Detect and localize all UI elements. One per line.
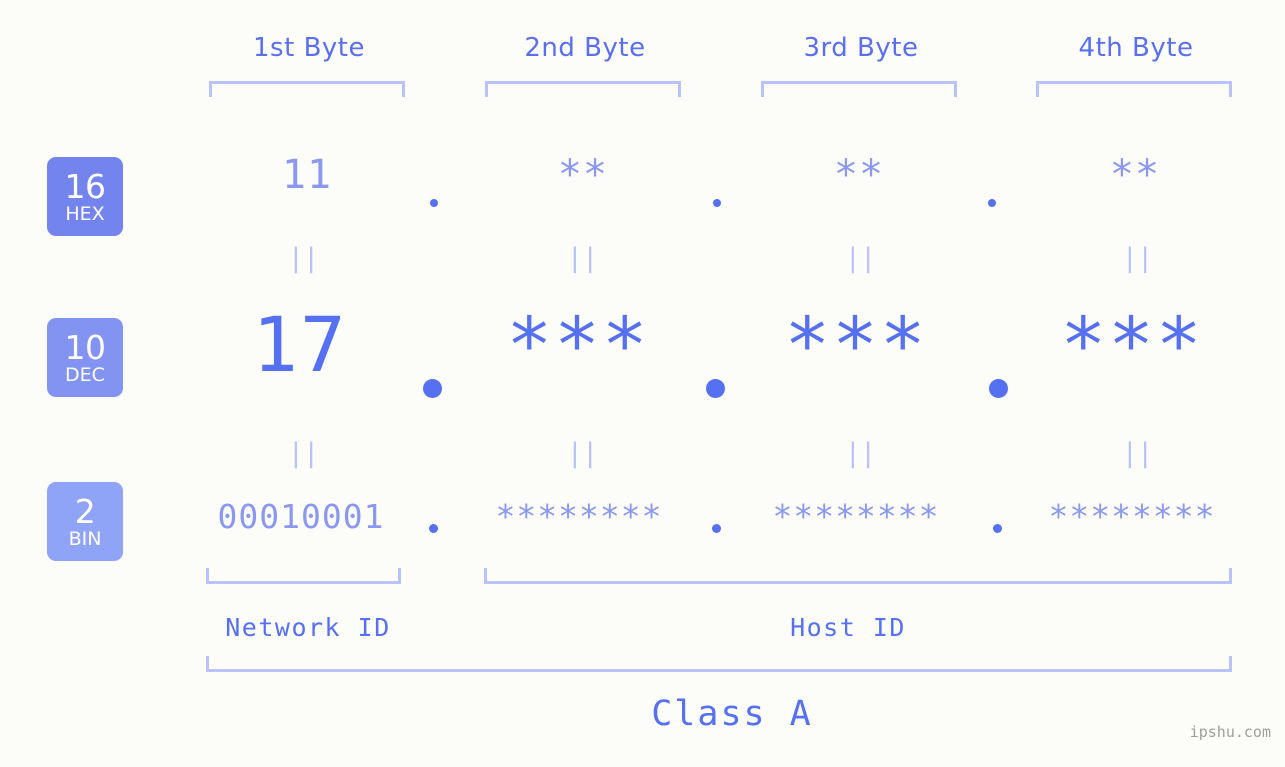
- byte-bracket-top-1: [209, 81, 405, 97]
- dec-dot-separator-1: [423, 379, 442, 398]
- hex-value-byte-2: **: [557, 152, 609, 198]
- byte-header-1: 1st Byte: [253, 33, 365, 63]
- host-id-bracket: [484, 568, 1232, 584]
- equals-mark-hexdec-3: ||: [844, 243, 877, 274]
- dec-value-byte-3: ***: [784, 300, 928, 389]
- base-badge-bin[interactable]: 2 BIN: [47, 482, 123, 561]
- byte-bracket-top-4: [1036, 81, 1232, 97]
- equals-mark-hexdec-2: ||: [566, 243, 599, 274]
- dec-value-byte-2: ***: [506, 300, 650, 389]
- equals-mark-decbin-3: ||: [844, 438, 877, 469]
- site-watermark: ipshu.com: [1189, 723, 1271, 741]
- byte-bracket-top-3: [761, 81, 957, 97]
- dec-dot-separator-2: [706, 379, 725, 398]
- hex-dot-separator-1: [430, 199, 438, 207]
- bin-value-byte-1: 00010001: [217, 497, 385, 536]
- ip-address-breakdown-diagram: 1st Byte 2nd Byte 3rd Byte 4th Byte 16 H…: [0, 0, 1285, 767]
- base-badge-bin-name: BIN: [68, 527, 102, 550]
- hex-dot-separator-2: [713, 199, 721, 207]
- byte-header-3: 3rd Byte: [803, 33, 919, 63]
- network-id-label: Network ID: [225, 613, 391, 642]
- host-id-label: Host ID: [790, 613, 906, 642]
- equals-mark-decbin-2: ||: [566, 438, 599, 469]
- bin-dot-separator-2: [712, 524, 721, 533]
- byte-bracket-top-2: [485, 81, 681, 97]
- hex-value-byte-3: **: [833, 152, 885, 198]
- equals-mark-decbin-4: ||: [1121, 438, 1154, 469]
- network-id-bracket: [206, 568, 401, 584]
- base-badge-hex[interactable]: 16 HEX: [47, 157, 123, 236]
- hex-value-byte-1: 11: [281, 152, 333, 198]
- class-bracket: [206, 656, 1232, 672]
- dec-dot-separator-3: [989, 379, 1008, 398]
- bin-dot-separator-3: [993, 524, 1002, 533]
- bin-value-byte-4: ********: [1048, 497, 1216, 536]
- equals-mark-hexdec-4: ||: [1121, 243, 1154, 274]
- base-badge-dec-number: 10: [64, 327, 107, 367]
- class-label: Class A: [651, 694, 813, 734]
- byte-header-4: 4th Byte: [1078, 33, 1194, 63]
- bin-value-byte-3: ********: [772, 497, 940, 536]
- bin-dot-separator-1: [429, 524, 438, 533]
- base-badge-hex-name: HEX: [65, 202, 105, 225]
- equals-mark-hexdec-1: ||: [287, 243, 320, 274]
- base-badge-dec-name: DEC: [65, 363, 105, 386]
- bin-value-byte-2: ********: [495, 497, 663, 536]
- dec-value-byte-4: ***: [1060, 300, 1204, 389]
- hex-dot-separator-3: [988, 199, 996, 207]
- base-badge-hex-number: 16: [64, 166, 107, 206]
- base-badge-bin-number: 2: [74, 491, 96, 531]
- equals-mark-decbin-1: ||: [287, 438, 320, 469]
- dec-value-byte-1: 17: [252, 300, 348, 389]
- base-badge-dec[interactable]: 10 DEC: [47, 318, 123, 397]
- byte-header-2: 2nd Byte: [524, 33, 646, 63]
- hex-value-byte-4: **: [1109, 152, 1161, 198]
